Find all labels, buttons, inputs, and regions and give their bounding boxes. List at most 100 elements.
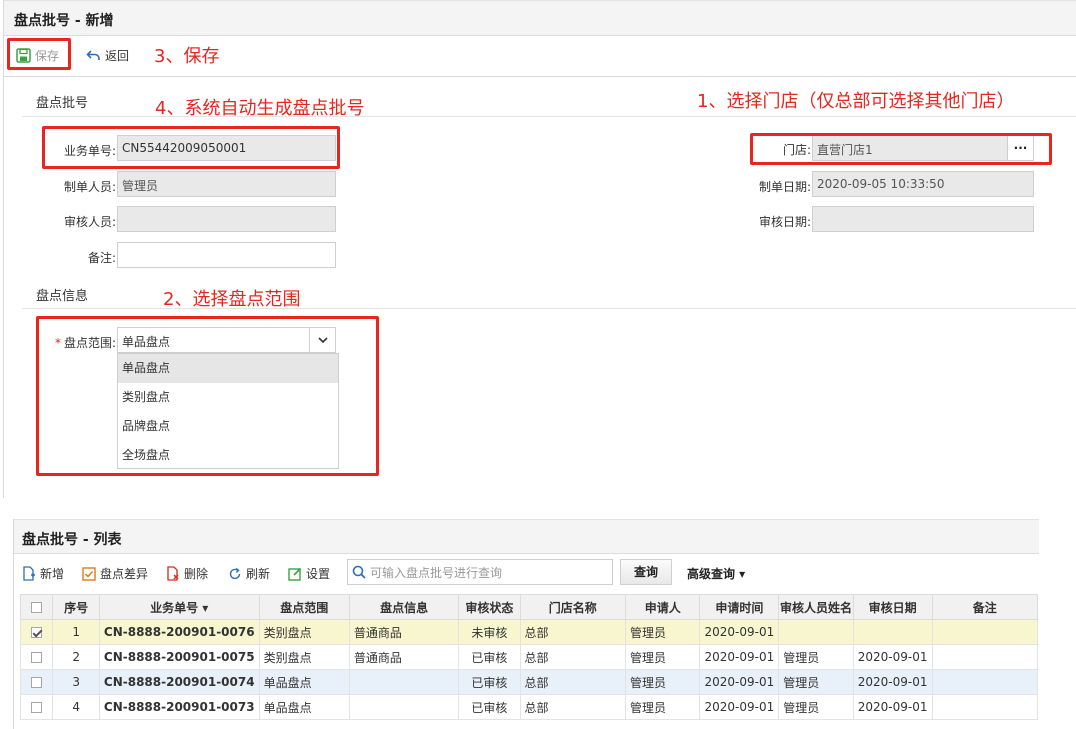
annotation-auto-number: 4、系统自动生成盘点批号 (155, 98, 365, 119)
created-date-label: 制单日期: (758, 180, 811, 194)
cell-scope: 类别盘点 (258, 619, 350, 645)
cell-apply-date: 2020-09-01 (699, 669, 780, 695)
settings-label: 设置 (306, 567, 331, 581)
cell-doc-link[interactable]: CN-8888-200901-0075 (98, 644, 260, 670)
creator-field[interactable]: 管理员 (117, 171, 336, 197)
cell-no: 4 (52, 694, 100, 720)
delete-button[interactable]: 删除 (166, 565, 208, 582)
back-arrow-icon (86, 50, 100, 60)
cell-scope: 类别盘点 (258, 644, 350, 670)
cell-store: 总部 (519, 644, 626, 670)
search-input[interactable]: 可输入盘点批号进行查询 (347, 559, 613, 585)
cell-no: 2 (52, 644, 100, 670)
cell-remark (931, 619, 1038, 645)
reviewer-label: 审核人员: (63, 215, 116, 229)
col-header: 申请时间 (699, 594, 780, 620)
table-row[interactable]: 4 CN-8888-200901-0073 单品盘点 已审核 总部 管理员 20… (19, 694, 1038, 720)
col-header: 申请人 (624, 594, 701, 620)
remark-input[interactable] (117, 242, 336, 268)
form-title-bar: 盘点批号 - 新增 (4, 0, 1076, 36)
cell-remark (931, 669, 1038, 695)
delete-doc-icon (167, 566, 179, 581)
table-header-row: 序号 业务单号 ▾ 盘点范围 盘点信息 审核状态 门店名称 申请人 申请时间 审… (19, 594, 1038, 620)
cell-status: 已审核 (458, 644, 521, 670)
select-all-checkbox[interactable] (19, 594, 54, 620)
table-row[interactable]: 3 CN-8888-200901-0074 单品盘点 已审核 总部 管理员 20… (19, 669, 1038, 695)
annotation-select-scope: 2、选择盘点范围 (163, 289, 301, 310)
cell-applicant: 管理员 (624, 694, 701, 720)
cell-review-date: 2020-09-01 (852, 644, 933, 670)
cell-reviewer: 管理员 (778, 669, 854, 695)
col-header-sortable[interactable]: 业务单号 ▾ (98, 594, 260, 620)
cell-scope: 单品盘点 (258, 694, 350, 720)
cell-applicant: 管理员 (624, 619, 701, 645)
col-header: 审核日期 (852, 594, 933, 620)
annotation-box-store (750, 133, 1052, 165)
query-button[interactable]: 查询 (620, 559, 672, 585)
search-placeholder: 可输入盘点批号进行查询 (370, 565, 503, 580)
table-row[interactable]: 1 CN-8888-200901-0076 类别盘点 普通商品 未审核 总部 管… (19, 619, 1038, 645)
row-checkbox[interactable] (19, 669, 54, 695)
annotation-select-store: 1、选择门店（仅总部可选择其他门店） (697, 91, 1015, 112)
add-button[interactable]: 新增 (22, 565, 64, 582)
cell-store: 总部 (519, 669, 626, 695)
cell-review-date: 2020-09-01 (852, 669, 933, 695)
cell-doc-link[interactable]: CN-8888-200901-0074 (98, 669, 260, 695)
advanced-query-button[interactable]: 高级查询 ▾ (687, 565, 745, 582)
cell-remark (931, 694, 1038, 720)
cell-status: 已审核 (458, 694, 521, 720)
created-date-field[interactable]: 2020-09-05 10:33:50 (812, 171, 1034, 197)
cell-remark (931, 644, 1038, 670)
cell-store: 总部 (519, 694, 626, 720)
col-header: 盘点范围 (258, 594, 350, 620)
row-checkbox[interactable] (19, 694, 54, 720)
search-icon (352, 565, 366, 579)
cell-info: 普通商品 (348, 644, 460, 670)
table-row[interactable]: 2 CN-8888-200901-0075 类别盘点 普通商品 已审核 总部 管… (19, 644, 1038, 670)
annotation-save: 3、保存 (154, 46, 220, 67)
row-checkbox[interactable] (19, 644, 54, 670)
batch-table: 序号 业务单号 ▾ 盘点范围 盘点信息 审核状态 门店名称 申请人 申请时间 审… (19, 594, 1038, 720)
review-date-field[interactable] (812, 206, 1034, 232)
review-date-label: 审核日期: (758, 215, 811, 229)
cell-review-date: 2020-09-01 (852, 694, 933, 720)
cell-status: 已审核 (458, 669, 521, 695)
creator-label: 制单人员: (63, 180, 116, 194)
cell-doc-link[interactable]: CN-8888-200901-0076 (98, 619, 260, 645)
list-toolbar: 新增 盘点差异 删除 刷新 设置 可输入盘点批号进行查询 查询 高级查询 ▾ (14, 554, 1039, 592)
back-button[interactable]: 返回 (86, 47, 129, 64)
check-square-icon (82, 566, 96, 581)
cell-no: 3 (52, 669, 100, 695)
cell-apply-date: 2020-09-01 (699, 619, 780, 645)
col-header: 门店名称 (519, 594, 626, 620)
cell-info: 普通商品 (348, 619, 460, 645)
row-checkbox[interactable] (19, 619, 54, 645)
refresh-button[interactable]: 刷新 (228, 565, 270, 582)
cell-info (348, 694, 460, 720)
settings-button[interactable]: 设置 (288, 565, 330, 582)
reviewer-field[interactable] (117, 206, 336, 232)
edit-icon (288, 567, 302, 581)
cell-store: 总部 (519, 619, 626, 645)
batch-list-panel: 盘点批号 - 列表 新增 盘点差异 删除 刷新 设置 可输入盘点批号进行查询 查… (13, 519, 1039, 729)
cell-applicant: 管理员 (624, 669, 701, 695)
cell-apply-date: 2020-09-01 (699, 694, 780, 720)
form-title: 盘点批号 - 新增 (14, 13, 114, 29)
diff-label: 盘点差异 (100, 567, 149, 581)
cell-status: 未审核 (458, 619, 521, 645)
cell-info (348, 669, 460, 695)
cell-doc-link[interactable]: CN-8888-200901-0073 (98, 694, 260, 720)
col-header: 审核人员姓名 (778, 594, 854, 620)
annotation-box-scope (36, 316, 379, 476)
refresh-icon (229, 567, 241, 579)
list-title: 盘点批号 - 列表 (22, 532, 122, 548)
col-header: 审核状态 (458, 594, 521, 620)
annotation-box-save (7, 38, 71, 70)
list-title-bar: 盘点批号 - 列表 (14, 519, 1039, 554)
col-header: 序号 (52, 594, 100, 620)
add-label: 新增 (40, 567, 65, 581)
back-label: 返回 (105, 49, 130, 63)
delete-label: 删除 (184, 567, 209, 581)
cell-applicant: 管理员 (624, 644, 701, 670)
diff-button[interactable]: 盘点差异 (82, 565, 148, 582)
